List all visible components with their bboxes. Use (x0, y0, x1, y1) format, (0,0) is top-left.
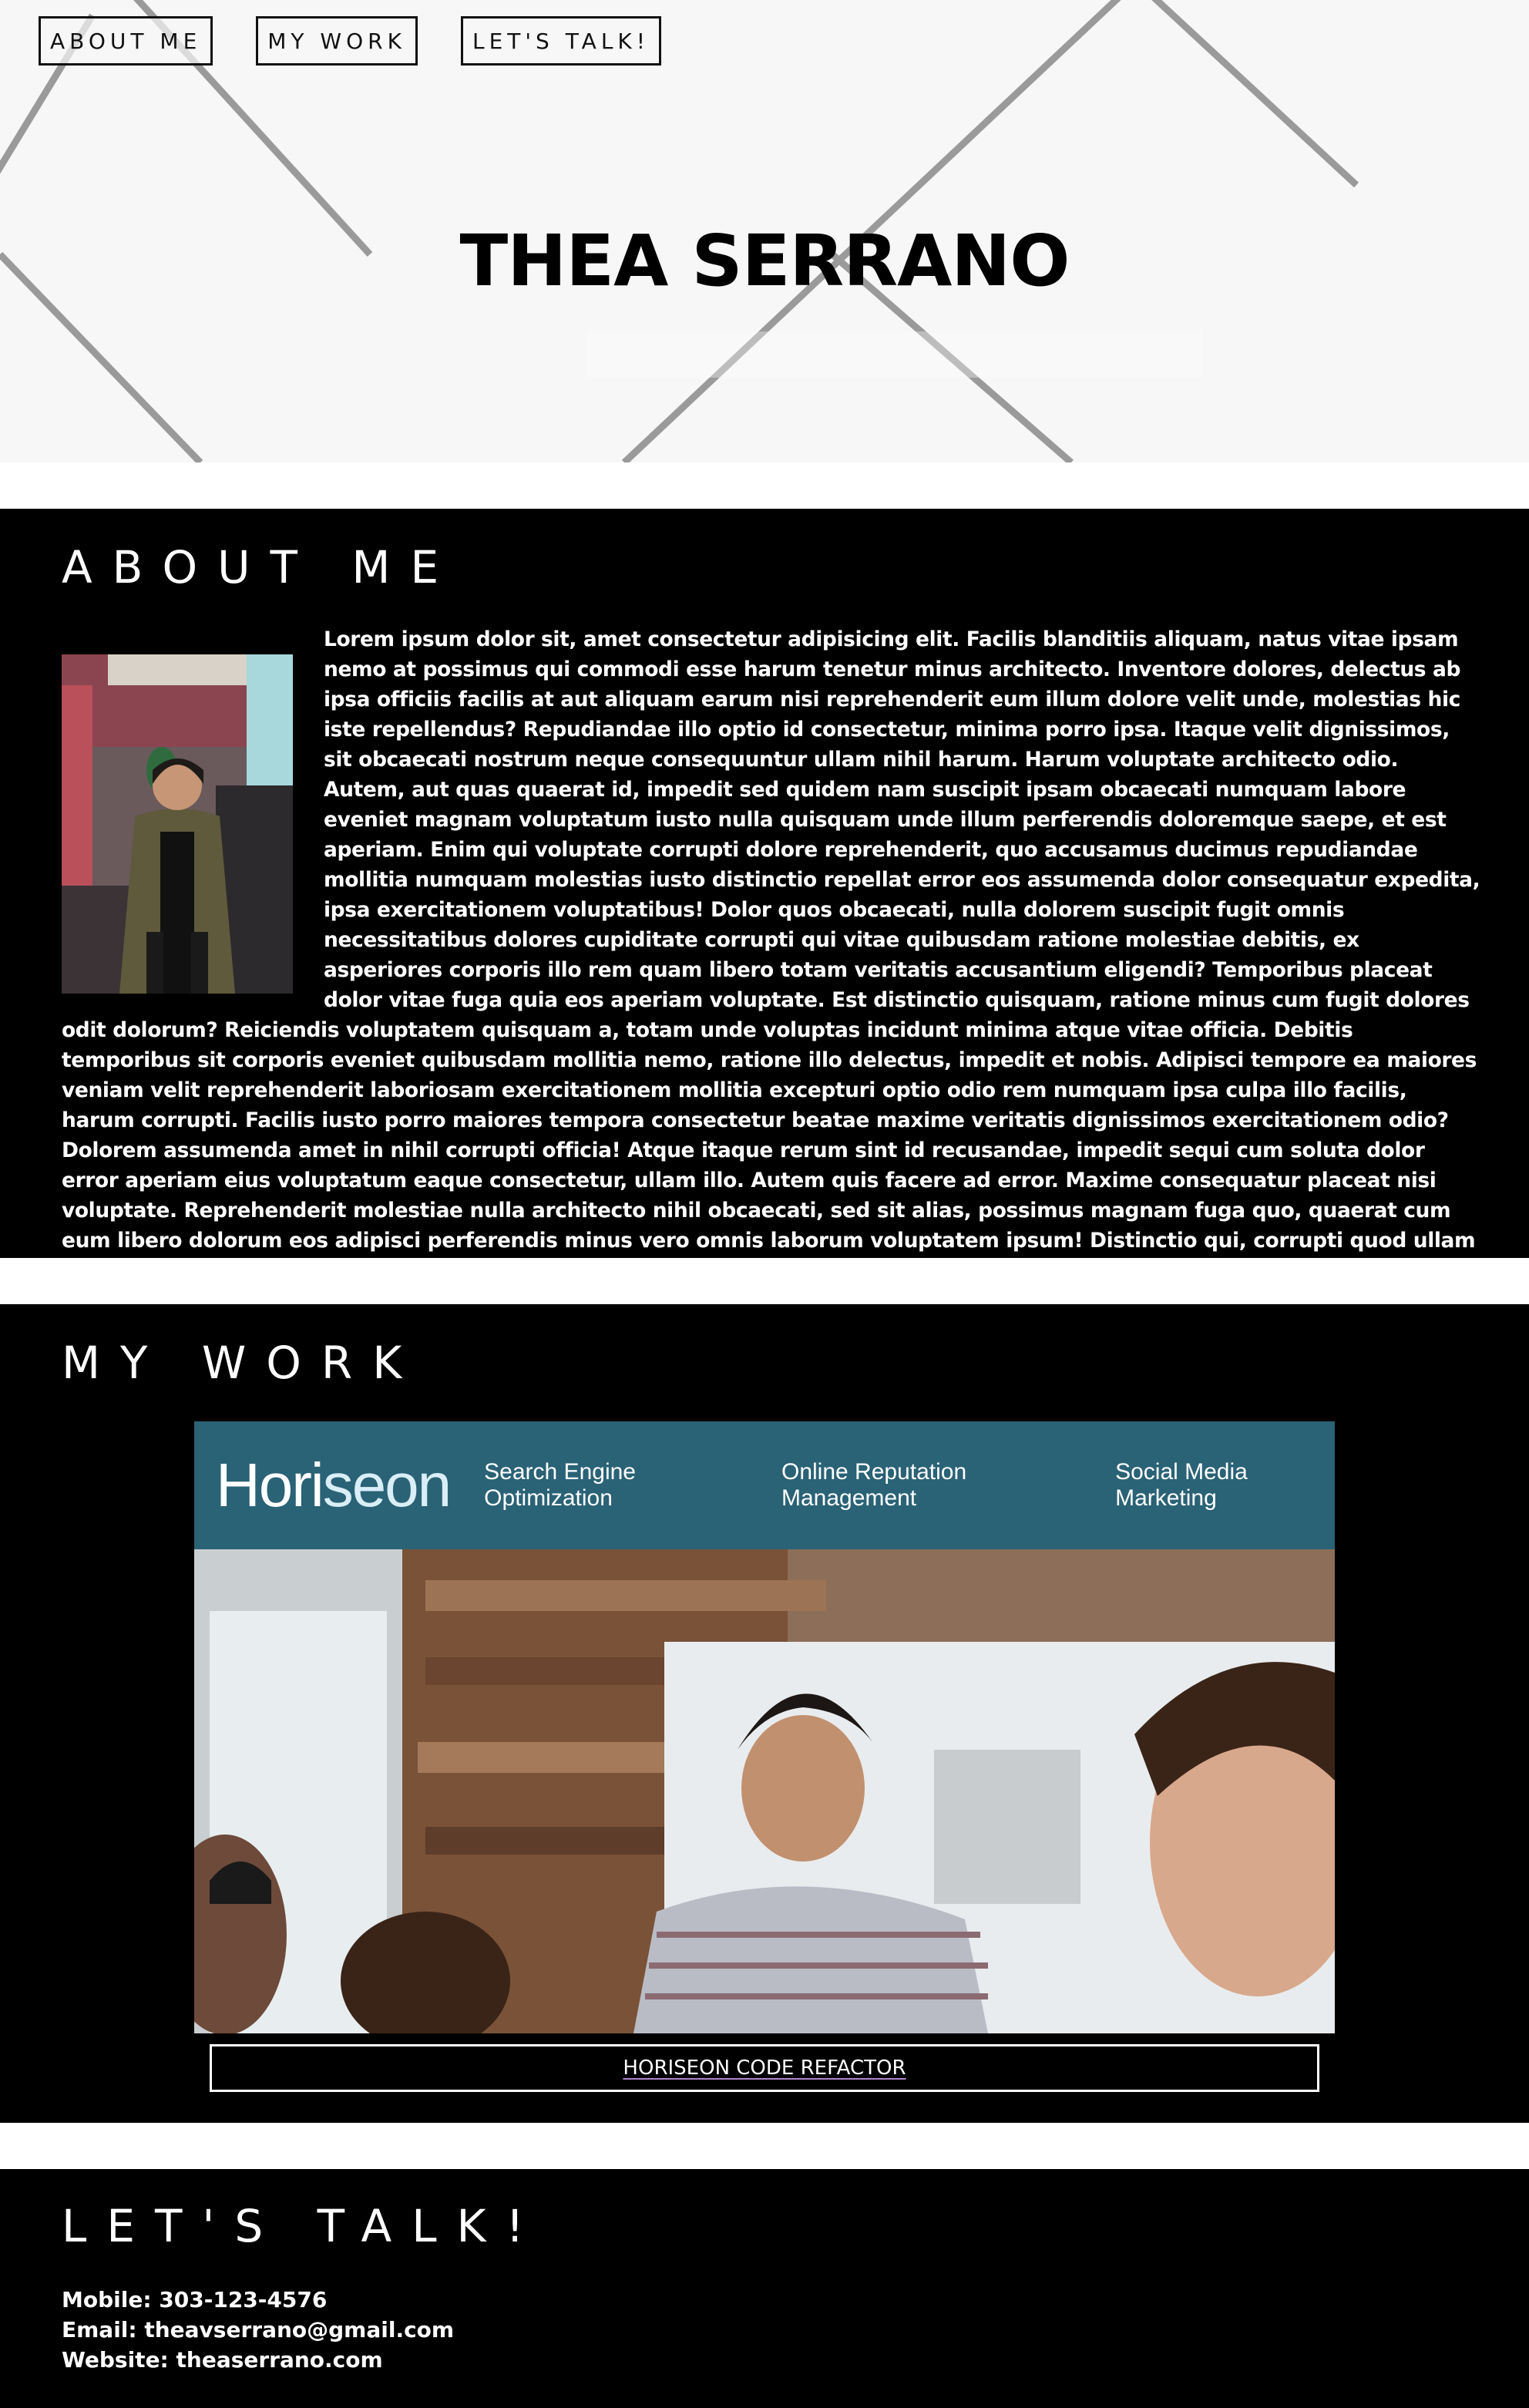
about-me-section: ABOUT ME Lorem ipsum dolor sit, amet con… (0, 509, 1529, 1283)
hero-banner: ABOUT ME MY WORK LET'S TALK! THEA SERRAN… (0, 0, 1529, 462)
horiseon-logo: Horiseon (216, 1450, 452, 1521)
contact-website: Website: theaserrano.com (62, 2347, 383, 2373)
contact-email: Email: theavserrano@gmail.com (62, 2317, 455, 2342)
project-screenshot[interactable]: Horiseon Search Engine Optimization Onli… (194, 1421, 1335, 2033)
profile-photo (62, 654, 293, 994)
contact-heading: LET'S TALK! (62, 2200, 544, 2252)
project-hero-photo (194, 1549, 1335, 2033)
project-site-nav: Search Engine Optimization Online Reputa… (484, 1459, 1335, 1512)
nav-about-me-link[interactable]: ABOUT ME (39, 16, 213, 66)
project-link-button[interactable]: HORISEON CODE REFACTOR (210, 2044, 1319, 2092)
logo-main-text: Hori (216, 1451, 324, 1519)
my-work-section: MY WORK Horiseon Search Engine Optimizat… (0, 1304, 1529, 2123)
main-nav: ABOUT ME MY WORK LET'S TALK! (39, 16, 662, 66)
nav-lets-talk-link[interactable]: LET'S TALK! (460, 16, 662, 66)
nav-my-work-link[interactable]: MY WORK (256, 16, 418, 66)
logo-accent-text: seon (322, 1451, 452, 1519)
about-me-content: Lorem ipsum dolor sit, amet consectetur … (62, 624, 1483, 1286)
project-nav-item: Online Reputation Management (781, 1459, 967, 1511)
my-work-heading: MY WORK (62, 1337, 422, 1389)
contact-section: LET'S TALK! Mobile: 303-123-4576 Email: … (0, 2169, 1529, 2408)
page-title: THEA SERRANO (459, 220, 1070, 302)
project-nav-item: Social Media Marketing (1115, 1459, 1248, 1511)
about-me-heading: ABOUT ME (62, 541, 459, 594)
contact-mobile: Mobile: 303-123-4576 (62, 2287, 328, 2312)
project-nav-item: Search Engine Optimization (484, 1459, 636, 1511)
project-site-header: Horiseon Search Engine Optimization Onli… (194, 1421, 1335, 1549)
contact-list: Mobile: 303-123-4576 Email: theavserrano… (62, 2285, 454, 2375)
